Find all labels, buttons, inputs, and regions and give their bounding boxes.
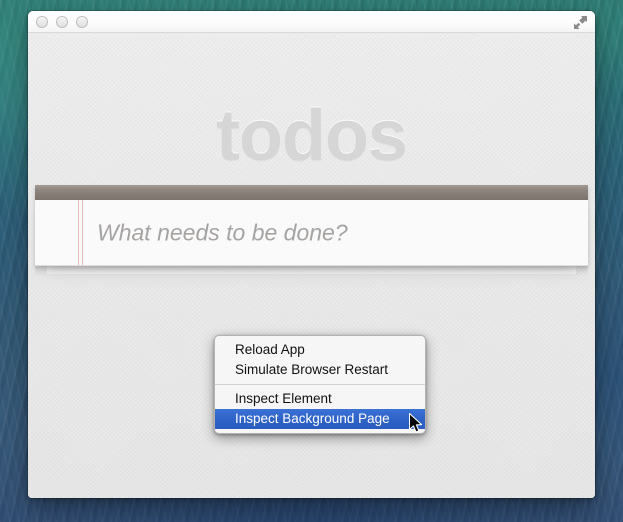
zoom-button[interactable] bbox=[76, 16, 88, 28]
new-todo-card: What needs to be done? bbox=[35, 185, 588, 266]
traffic-light-group bbox=[36, 16, 88, 28]
page-title: todos bbox=[28, 33, 595, 172]
minimize-button[interactable] bbox=[56, 16, 68, 28]
new-todo-shadow bbox=[35, 266, 588, 276]
new-todo-input[interactable]: What needs to be done? bbox=[35, 200, 588, 266]
new-todo-topbar bbox=[35, 185, 588, 200]
paper-margin-line-left bbox=[78, 200, 79, 265]
menu-item-inspect-element[interactable]: Inspect Element bbox=[215, 389, 425, 409]
fullscreen-expand-icon[interactable] bbox=[573, 15, 588, 30]
desktop-wallpaper: todos What needs to be done? Activate al… bbox=[0, 0, 623, 522]
menu-item-inspect-background-page[interactable]: Inspect Background Page bbox=[215, 409, 425, 429]
menu-item-simulate-browser-restart[interactable]: Simulate Browser Restart bbox=[215, 360, 425, 380]
paper-margin-line-right bbox=[82, 200, 83, 265]
window-titlebar[interactable] bbox=[28, 11, 595, 33]
context-menu[interactable]: Reload App Simulate Browser Restart Insp… bbox=[214, 335, 426, 434]
new-todo-placeholder: What needs to be done? bbox=[97, 219, 348, 246]
menu-item-reload-app[interactable]: Reload App bbox=[215, 340, 425, 360]
menu-separator bbox=[215, 384, 425, 385]
close-button[interactable] bbox=[36, 16, 48, 28]
